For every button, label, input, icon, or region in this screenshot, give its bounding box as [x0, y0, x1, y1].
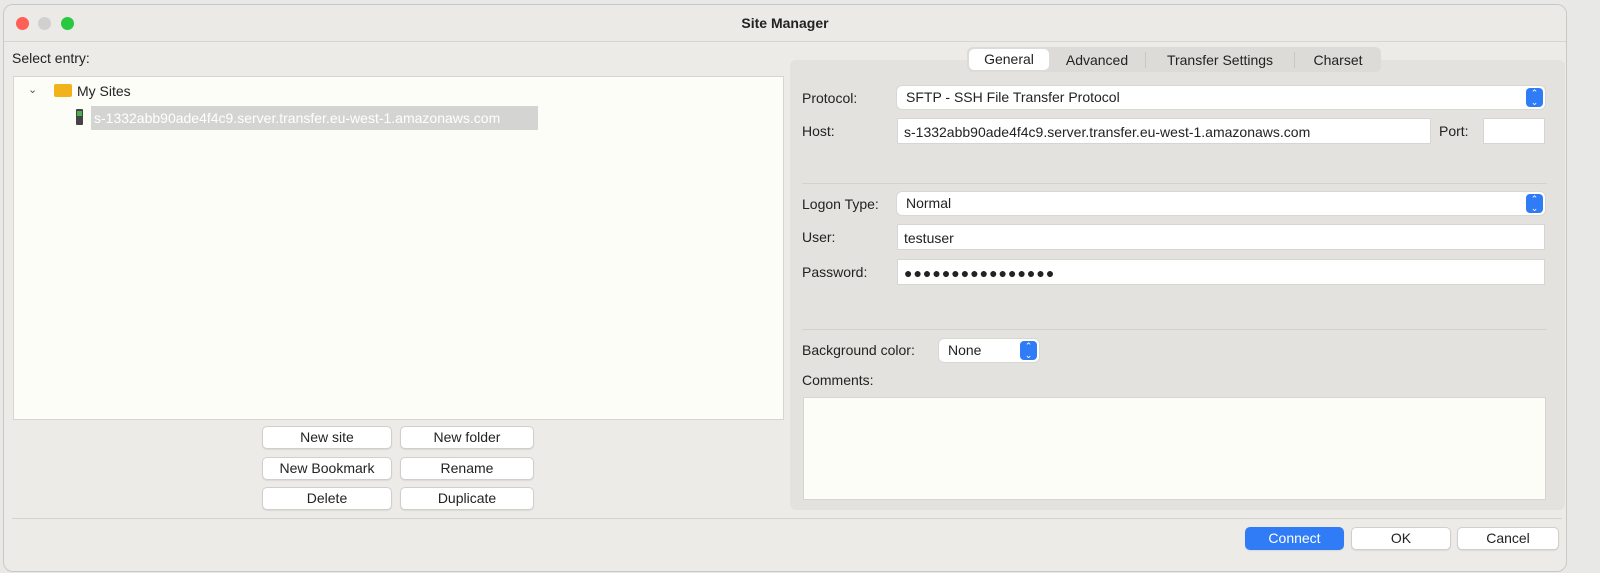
new-site-button[interactable]: New site [262, 426, 392, 449]
comments-label: Comments: [802, 372, 874, 388]
chevron-up-down-icon: ⌃ ⌄ [1526, 194, 1543, 213]
chevron-up-down-icon: ⌃ ⌄ [1020, 341, 1037, 360]
tab-advanced[interactable]: Advanced [1049, 51, 1146, 68]
background-color-label: Background color: [802, 342, 915, 358]
tree-site-entry[interactable]: s-1332abb90ade4f4c9.server.transfer.eu-w… [91, 106, 538, 130]
tab-charset[interactable]: Charset [1295, 52, 1381, 68]
protocol-value: SFTP - SSH File Transfer Protocol [906, 89, 1120, 105]
divider [802, 329, 1547, 330]
title-bar: Site Manager [4, 5, 1566, 42]
protocol-label: Protocol: [802, 90, 858, 106]
tab-transfer-settings[interactable]: Transfer Settings [1146, 51, 1295, 68]
folder-icon [54, 84, 72, 97]
user-input[interactable]: testuser [897, 224, 1545, 250]
divider [802, 183, 1547, 184]
background-color-value: None [948, 342, 982, 358]
delete-button[interactable]: Delete [262, 487, 392, 510]
logon-type-select[interactable]: Normal ⌃ ⌄ [897, 192, 1545, 215]
host-input[interactable]: s-1332abb90ade4f4c9.server.transfer.eu-w… [897, 118, 1431, 144]
new-bookmark-button[interactable]: New Bookmark [262, 457, 392, 480]
server-icon [76, 109, 83, 125]
logon-type-value: Normal [906, 195, 952, 211]
protocol-select[interactable]: SFTP - SSH File Transfer Protocol ⌃ ⌄ [897, 86, 1545, 109]
background-color-select[interactable]: None ⌃ ⌄ [939, 339, 1039, 362]
site-tree[interactable]: ⌄ My Sites s-1332abb90ade4f4c9.server.tr… [13, 76, 784, 420]
chevron-up-down-icon: ⌃ ⌄ [1526, 88, 1543, 107]
duplicate-button[interactable]: Duplicate [400, 487, 534, 510]
password-label: Password: [802, 264, 868, 280]
tab-general[interactable]: General [969, 49, 1049, 70]
tab-bar: General Advanced Transfer Settings Chars… [967, 47, 1381, 72]
logon-type-label: Logon Type: [802, 196, 879, 212]
chevron-down-icon[interactable]: ⌄ [28, 83, 37, 96]
connect-button[interactable]: Connect [1245, 527, 1344, 550]
new-folder-button[interactable]: New folder [400, 426, 534, 449]
password-input[interactable]: ●●●●●●●●●●●●●●●● [897, 259, 1545, 285]
tree-folder-my-sites[interactable]: My Sites [77, 83, 131, 99]
user-label: User: [802, 229, 836, 245]
port-input[interactable] [1483, 118, 1545, 144]
ok-button[interactable]: OK [1351, 527, 1451, 550]
window-title: Site Manager [741, 15, 829, 31]
comments-textarea[interactable] [803, 397, 1546, 500]
divider [12, 518, 1562, 519]
port-label: Port: [1439, 123, 1469, 139]
host-label: Host: [802, 123, 835, 139]
select-entry-label: Select entry: [12, 50, 90, 66]
cancel-button[interactable]: Cancel [1457, 527, 1559, 550]
rename-button[interactable]: Rename [400, 457, 534, 480]
